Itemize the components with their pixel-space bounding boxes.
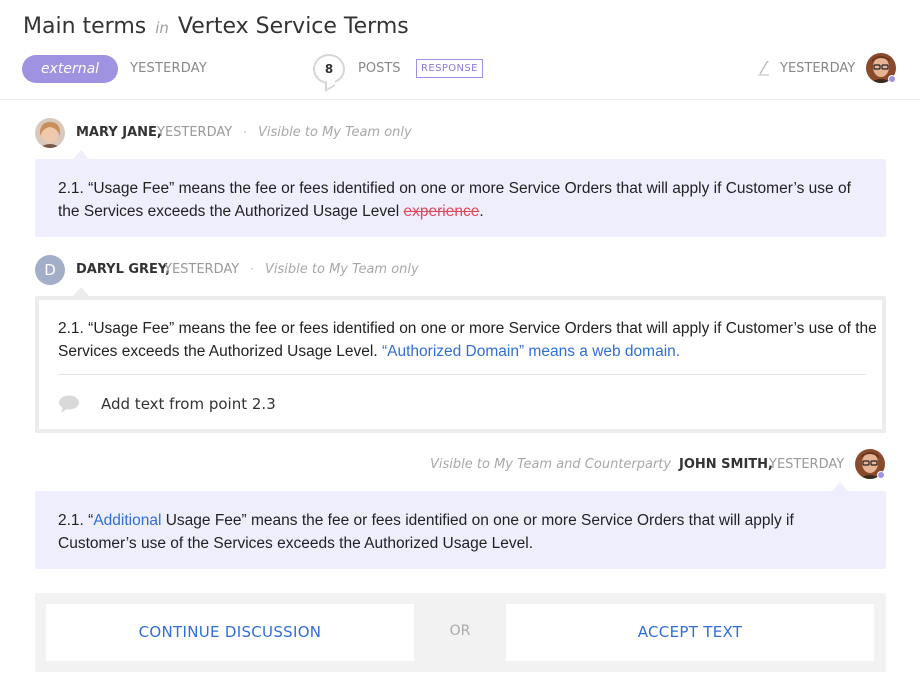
message-time: YESTERDAY [157,125,233,140]
external-tag[interactable]: external [22,55,118,83]
meta-separator: · [243,125,247,139]
accept-text-button[interactable]: ACCEPT TEXT [506,604,874,661]
visibility-label: Visible to My Team and Counterparty [430,457,672,472]
response-badge: RESPONSE [416,59,483,78]
avatar-initial: D [44,261,56,279]
author-name: DARYL GREY, [76,262,171,277]
message-text-body: Usage Fee” means the fee or fees identif… [58,512,794,552]
deleted-text: experience [403,203,480,220]
posts-count-badge[interactable]: 8 [313,54,345,84]
or-label: OR [449,623,471,639]
thread-header: Main terms in Vertex Service Terms exter… [0,0,920,100]
comment-text: Add text from point 2.3 [101,395,276,413]
message-time: YESTERDAY [164,262,240,277]
page-title: Main terms in Vertex Service Terms [23,14,409,39]
card-tail [832,482,848,491]
author-avatar[interactable] [35,118,65,148]
pen-icon [758,60,769,76]
message-card: 2.1. “Usage Fee” means the fee or fees i… [35,159,886,237]
meta-separator: · [250,262,254,276]
action-bar: CONTINUE DISCUSSION OR ACCEPT TEXT [35,593,886,672]
message-text: 2.1. “Usage Fee” means the fee or fees i… [58,317,882,363]
added-text: Additional [93,512,162,529]
message-card: 2.1. “Additional Usage Fee” means the fe… [35,491,886,569]
author-avatar-initial[interactable]: D [35,255,65,285]
continue-discussion-button[interactable]: CONTINUE DISCUSSION [46,604,414,661]
author-name: MARY JANE, [76,125,162,140]
divider [58,374,866,375]
speech-bubble-icon [59,395,79,413]
updated-date: YESTERDAY [780,61,856,76]
visibility-label: Visible to My Team only [265,262,419,277]
added-text: “Authorized Domain” means a web domain. [381,343,681,360]
author-name: JOHN SMITH, [679,457,773,472]
posts-label: POSTS [358,61,401,76]
visibility-label: Visible to My Team only [258,125,412,140]
online-status-dot [888,75,896,83]
message-text-end: . [479,203,484,220]
title-section: Main terms [23,14,147,39]
created-date: YESTERDAY [130,61,208,76]
message-time: YESTERDAY [769,457,845,472]
message-text: 2.1. “Additional Usage Fee” means the fe… [58,509,866,555]
message-card-draft: 2.1. “Usage Fee” means the fee or fees i… [35,296,886,433]
card-tail [73,287,89,296]
title-document[interactable]: Vertex Service Terms [178,14,409,39]
online-status-dot [877,471,885,479]
meta-separator: · [664,457,668,471]
message-text: 2.1. “Usage Fee” means the fee or fees i… [58,177,866,223]
card-tail [73,150,89,159]
title-in: in [155,19,169,37]
message-text-start: 2.1. “ [58,512,94,529]
